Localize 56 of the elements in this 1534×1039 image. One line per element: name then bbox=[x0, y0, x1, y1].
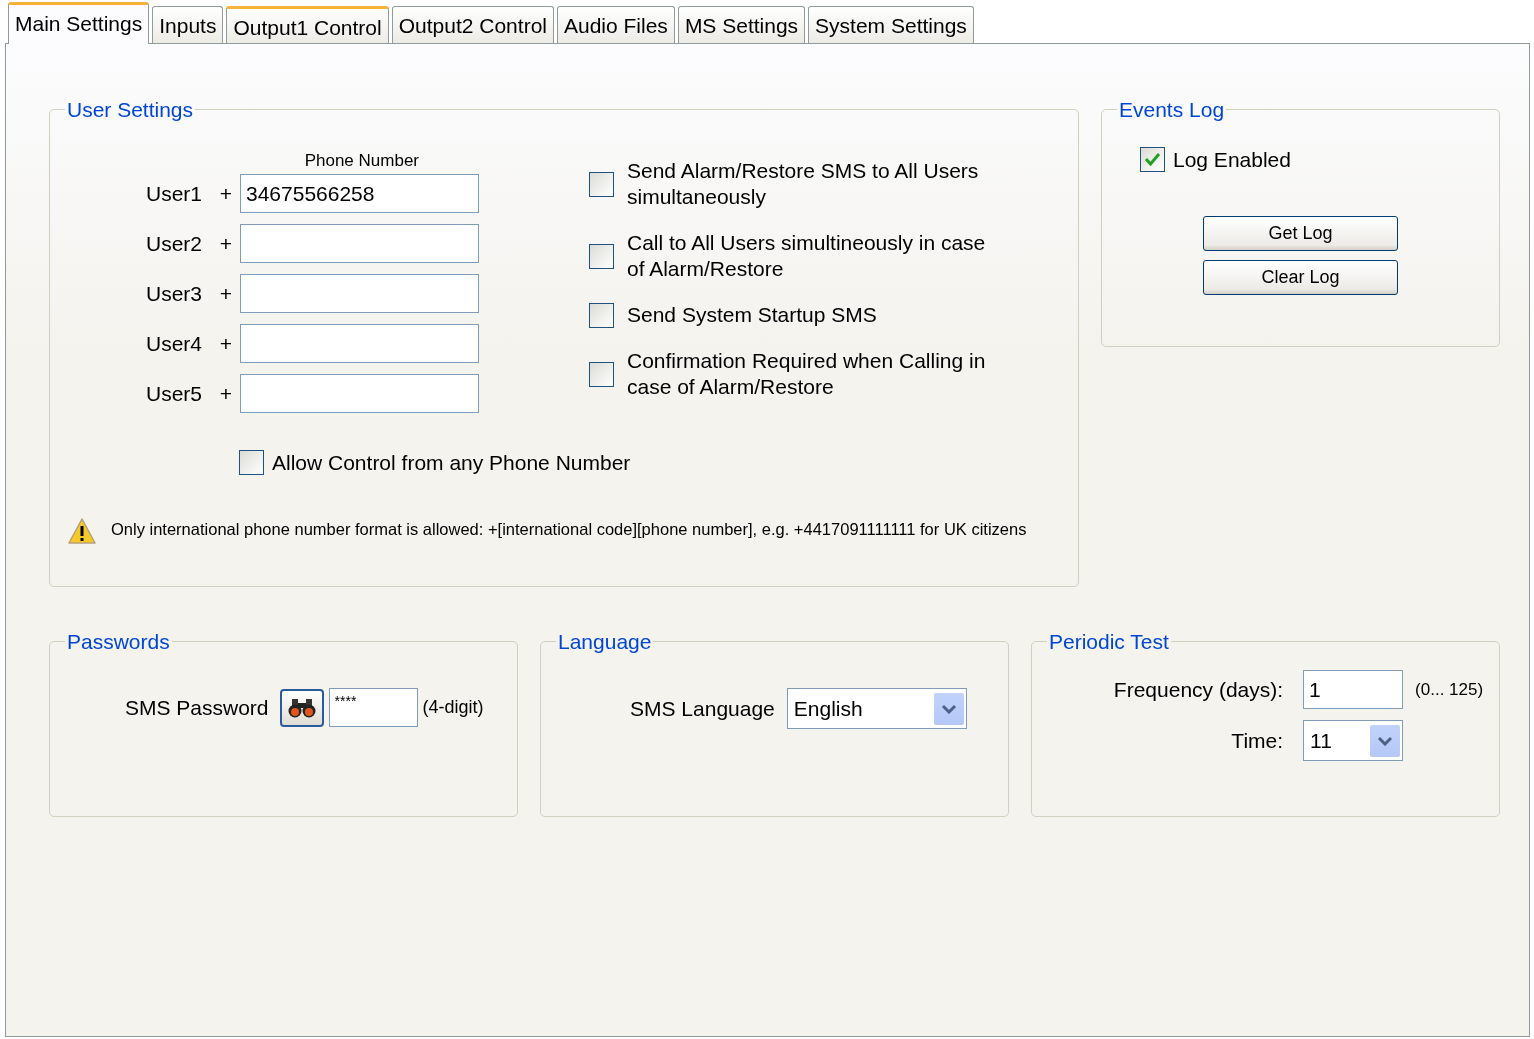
group-title: Periodic Test bbox=[1048, 631, 1170, 652]
group-title: Passwords bbox=[66, 631, 171, 652]
checkbox[interactable] bbox=[589, 243, 614, 269]
field-label: SMS Password bbox=[125, 694, 269, 721]
group-title: Events Log bbox=[1118, 99, 1226, 120]
plus-sign: + bbox=[219, 180, 232, 207]
tab[interactable]: Output2 Control bbox=[391, 6, 554, 43]
field-label: Time: bbox=[1230, 727, 1284, 754]
checkbox[interactable] bbox=[589, 361, 614, 387]
phone-field[interactable]: 34675566258 bbox=[240, 174, 479, 213]
reveal-password-button[interactable] bbox=[279, 688, 324, 727]
time-dropdown[interactable]: 11 bbox=[1303, 720, 1404, 761]
phone-field[interactable] bbox=[240, 274, 479, 313]
option-label: Send Alarm/Restore SMS to All Users simultaneously bbox=[627, 158, 980, 210]
hint-text: (4-digit) bbox=[422, 696, 484, 719]
hint-text: (0... 125) bbox=[1415, 678, 1485, 701]
option-label: Call to All Users simultineously in case of Alarm/Restore bbox=[627, 230, 987, 282]
column-header: Phone Number bbox=[304, 151, 419, 170]
check-icon bbox=[1144, 152, 1161, 168]
tab[interactable]: Main Settings bbox=[8, 2, 150, 44]
user-label: User4 bbox=[146, 330, 204, 357]
option-label: Send System Startup SMS bbox=[627, 302, 877, 328]
option-label: Log Enabled bbox=[1173, 147, 1291, 173]
checkbox[interactable] bbox=[239, 450, 264, 476]
tab[interactable]: Audio Files bbox=[557, 6, 675, 43]
user-label: User5 bbox=[146, 380, 204, 407]
option-label: Allow Control from any Phone Number bbox=[272, 450, 631, 476]
group-title: Language bbox=[557, 631, 653, 652]
frequency-field[interactable]: 1 bbox=[1303, 670, 1404, 709]
plus-sign: + bbox=[219, 280, 232, 307]
checkbox[interactable] bbox=[589, 171, 614, 197]
field-label: SMS Language bbox=[630, 695, 775, 722]
log-button[interactable]: Clear Log bbox=[1203, 259, 1398, 295]
language-dropdown[interactable]: English bbox=[786, 688, 967, 729]
phone-field[interactable] bbox=[240, 374, 479, 413]
password-field[interactable]: **** bbox=[328, 688, 418, 727]
tab[interactable]: MS Settings bbox=[677, 6, 806, 43]
log-button[interactable]: Get Log bbox=[1203, 215, 1398, 251]
plus-sign: + bbox=[219, 330, 232, 357]
checkbox[interactable] bbox=[1140, 147, 1165, 173]
tab[interactable]: Inputs bbox=[152, 6, 224, 43]
format-note: Only international phone number format is allowed: +[international code][phone number], e.g. +4417091111111 for UK citizens bbox=[111, 518, 1028, 540]
field-label: Frequency (days): bbox=[1112, 676, 1284, 703]
tab[interactable]: Output1 Control bbox=[226, 6, 389, 43]
plus-sign: + bbox=[219, 380, 232, 407]
tab[interactable]: System Settings bbox=[808, 6, 974, 43]
plus-sign: + bbox=[219, 230, 232, 257]
warning-icon bbox=[67, 516, 97, 545]
phone-field[interactable] bbox=[240, 324, 479, 363]
checkbox[interactable] bbox=[589, 302, 614, 328]
option-label: Confirmation Required when Calling in case of Alarm/Restore bbox=[627, 348, 987, 400]
phone-field[interactable] bbox=[240, 224, 479, 263]
user-label: User3 bbox=[146, 280, 204, 307]
user-label: User1 bbox=[146, 180, 204, 207]
user-label: User2 bbox=[146, 230, 204, 257]
group-title: User Settings bbox=[66, 99, 195, 120]
